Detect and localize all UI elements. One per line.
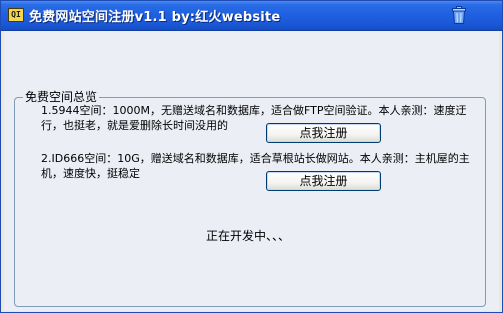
- register-host-2-button[interactable]: 点我注册: [266, 171, 381, 191]
- client-area: 免费空间总览 1.5944空间：1000M，无赠送域名和数据库，适合做FTP空间…: [4, 31, 499, 311]
- status-text: 正在开发中、、、: [206, 229, 291, 243]
- register-host-1-button[interactable]: 点我注册: [266, 123, 381, 143]
- trash-icon[interactable]: [452, 6, 466, 24]
- title-bar[interactable]: QI 免费网站空间注册v1.1 by:红火website: [1, 1, 502, 31]
- host-2-description: 2.ID666空间：10G，赠送域名和数据库，适合草根站长做网站。本人亲测：主机…: [41, 152, 470, 180]
- window-title: 免费网站空间注册v1.1 by:红火website: [29, 10, 281, 25]
- main-window: QI 免费网站空间注册v1.1 by:红火website 免费空间总览 1.59…: [0, 0, 503, 313]
- host-1-description: 1.5944空间：1000M，无赠送域名和数据库，适合做FTP空间验证。本人亲测…: [41, 104, 467, 132]
- app-icon: QI: [8, 8, 24, 22]
- trash-icon-graphic: [452, 6, 466, 24]
